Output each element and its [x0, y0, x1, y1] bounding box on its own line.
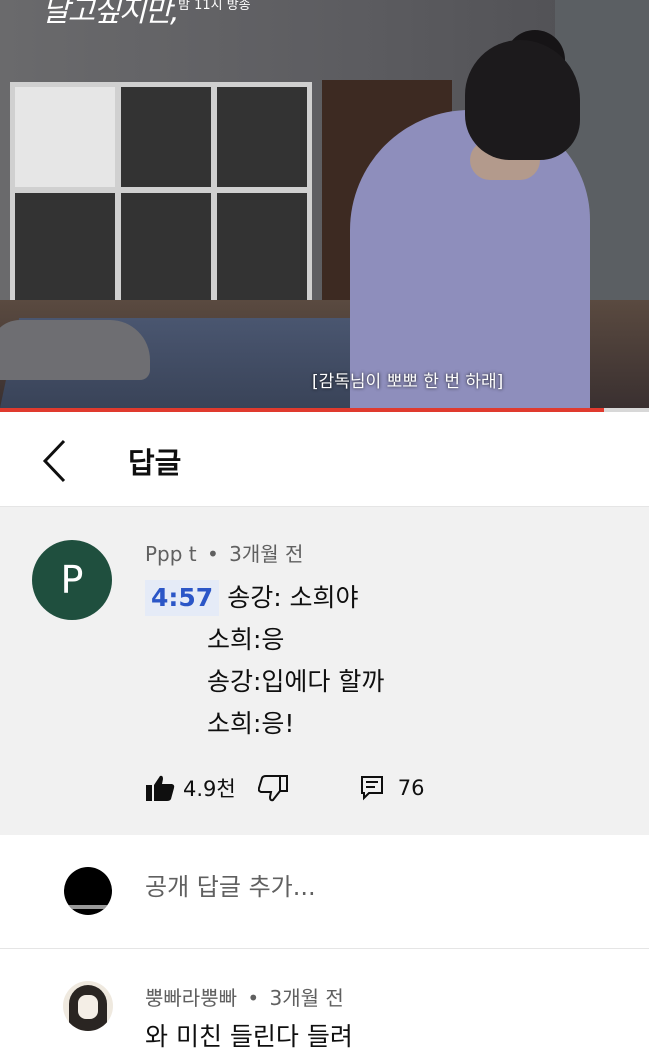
comment-line: 소희:응	[207, 625, 285, 654]
comment-line: 송강: 소희야	[227, 583, 359, 612]
thumbs-up-icon	[146, 775, 175, 801]
comment-line: 송강:입에다 할까	[207, 667, 385, 696]
video-title-overlay: 달고싶지만,	[42, 0, 180, 29]
video-pillow	[0, 320, 150, 380]
reply-button[interactable]: 76	[360, 775, 425, 801]
reply-input[interactable]	[145, 873, 605, 901]
comment-actions: 4.9천 76	[145, 773, 424, 803]
comment-line: 소희:응!	[207, 709, 295, 738]
video-subtitle: [감독님이 뽀뽀 한 번 하래]	[312, 372, 504, 392]
reply-count: 76	[397, 776, 425, 800]
avatar[interactable]: P	[32, 540, 112, 620]
add-reply-row	[0, 835, 649, 949]
comment-text: 4:57 송강: 소희야 소희:응 송강:입에다 할까 소희:응!	[145, 577, 384, 745]
comment-author[interactable]: 뿡빠라뿡빠	[145, 986, 237, 1010]
video-person-head	[465, 40, 580, 160]
comment-time: 3개월 전	[269, 986, 344, 1010]
chevron-left-icon	[42, 439, 66, 483]
page-title: 답글	[128, 446, 182, 480]
back-button[interactable]	[28, 434, 82, 488]
like-button[interactable]: 4.9천	[145, 773, 236, 803]
avatar[interactable]	[63, 981, 113, 1031]
meta-separator: •	[247, 986, 260, 1010]
video-player[interactable]: 달고싶지만, 밤 11시 방송 [감독님이 뽀뽀 한 번 하래]	[0, 0, 649, 408]
like-count: 4.9천	[183, 777, 236, 801]
comment-meta: Ppp t • 3개월 전	[145, 538, 303, 567]
video-bookshelf	[10, 82, 312, 318]
list-item: 뿡빠라뿡빠 • 3개월 전 와 미친 들린다 들려	[0, 949, 649, 1061]
comment-author[interactable]: Ppp t	[145, 542, 197, 566]
video-airtime-overlay: 밤 11시 방송	[178, 0, 251, 13]
replies-header: 답글	[0, 412, 649, 507]
dislike-button[interactable]	[257, 774, 288, 802]
timestamp-link[interactable]: 4:57	[145, 580, 220, 616]
thumbs-down-icon	[257, 775, 288, 802]
avatar	[64, 867, 112, 915]
reply-icon	[360, 776, 383, 801]
comment-text: 와 미친 들린다 들려	[145, 1022, 353, 1051]
comment-meta: 뿡빠라뿡빠 • 3개월 전	[145, 982, 344, 1011]
highlighted-comment: P Ppp t • 3개월 전 4:57 송강: 소희야 소희:응 송강:입에다 …	[0, 507, 649, 835]
meta-separator: •	[207, 542, 219, 566]
comment-time: 3개월 전	[229, 542, 304, 566]
